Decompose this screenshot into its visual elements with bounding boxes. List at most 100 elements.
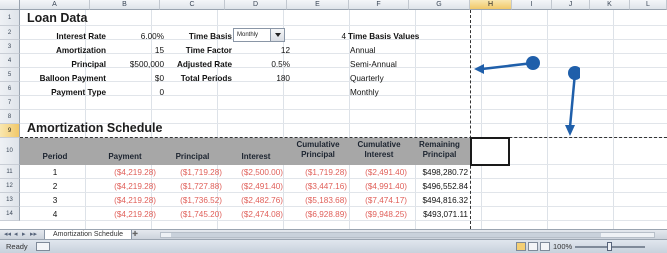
schedule-cell-principal[interactable]: ($1,719.28): [160, 166, 222, 180]
select-all-corner[interactable]: [0, 0, 20, 10]
row-header-5[interactable]: 5: [0, 68, 20, 82]
schedule-cell-cum-interest[interactable]: ($7,474.17): [349, 194, 407, 208]
page-break-preview-icon[interactable]: [540, 242, 550, 251]
total-periods-value[interactable]: 180: [232, 72, 290, 86]
balloon-payment-value[interactable]: $0: [106, 72, 164, 86]
column-header-j[interactable]: J: [552, 0, 590, 10]
row-header-2[interactable]: 2: [0, 26, 20, 40]
time-basis-label: Time Basis: [188, 32, 232, 41]
schedule-cell-period[interactable]: 1: [20, 166, 90, 180]
time-basis-values-title: Time Basis Values: [348, 32, 420, 41]
schedule-cell-principal[interactable]: ($1,736.52): [160, 194, 222, 208]
schedule-cell-period[interactable]: 2: [20, 180, 90, 194]
payment-type-label: Payment Type: [51, 88, 106, 97]
adjusted-rate-label: Adjusted Rate: [176, 60, 232, 69]
row-header-1[interactable]: 1: [0, 10, 20, 26]
column-header-i[interactable]: I: [512, 0, 552, 10]
schedule-cell-remaining[interactable]: $498,280.72: [409, 166, 468, 180]
schedule-cell-cum-interest[interactable]: ($2,491.40): [349, 166, 407, 180]
arrow-down-icon: [565, 66, 580, 136]
schedule-cell-payment[interactable]: ($4,219.28): [90, 180, 156, 194]
spreadsheet-grid[interactable]: ABCDEFGHIJKL 1 2 3 4 5 6 7 8 9 10 11 12 13 14 Loan Da…: [0, 0, 667, 229]
column-header-e[interactable]: E: [287, 0, 349, 10]
column-header-d[interactable]: D: [225, 0, 287, 10]
time-basis-count[interactable]: 4: [300, 30, 346, 44]
principal-value[interactable]: $500,000: [106, 58, 164, 72]
normal-view-icon[interactable]: [516, 242, 526, 251]
annotation-arrows: [474, 56, 580, 136]
time-factor-value[interactable]: 12: [232, 44, 290, 58]
schedule-cell-remaining[interactable]: $494,816.32: [409, 194, 468, 208]
column-header-b[interactable]: B: [90, 0, 160, 10]
schedule-cell-period[interactable]: 3: [20, 194, 90, 208]
schedule-cell-cum-principal[interactable]: ($3,447.16): [287, 180, 347, 194]
row-header-7[interactable]: 7: [0, 96, 20, 110]
adjusted-rate-value[interactable]: 0.5%: [232, 58, 290, 72]
schedule-cell-interest[interactable]: ($2,482.76): [225, 194, 283, 208]
schedule-cell-cum-interest[interactable]: ($4,991.40): [349, 180, 407, 194]
time-factor-label: Time Factor: [185, 46, 232, 55]
zoom-level[interactable]: 100%: [553, 240, 572, 253]
schedule-cell-cum-principal[interactable]: ($6,928.89): [287, 208, 347, 222]
row-header-9[interactable]: 9: [0, 124, 20, 138]
row-header-4[interactable]: 4: [0, 54, 20, 68]
header-interest: Interest: [241, 152, 271, 161]
time-basis-value-annual[interactable]: Annual: [350, 44, 376, 58]
row-header-14[interactable]: 14: [0, 207, 20, 221]
schedule-cell-interest[interactable]: ($2,491.40): [225, 180, 283, 194]
schedule-cell-payment[interactable]: ($4,219.28): [90, 194, 156, 208]
row-header-12[interactable]: 12: [0, 179, 20, 193]
row-header-3[interactable]: 3: [0, 40, 20, 54]
zoom-slider-knob[interactable]: [607, 242, 612, 251]
column-header-a[interactable]: A: [20, 0, 90, 10]
row-header-10[interactable]: 10: [0, 138, 20, 165]
macro-record-icon[interactable]: [36, 242, 50, 251]
schedule-cell-cum-principal[interactable]: ($1,719.28): [287, 166, 347, 180]
time-basis-dropdown[interactable]: Monthly: [233, 28, 285, 42]
header-cumulative-principal: Cumulative Principal: [296, 140, 340, 159]
amortization-value[interactable]: 15: [106, 44, 164, 58]
active-cell-h9[interactable]: [470, 137, 510, 166]
schedule-cell-cum-interest[interactable]: ($9,948.25): [349, 208, 407, 222]
row-header-8[interactable]: 8: [0, 110, 20, 124]
column-header-l[interactable]: L: [630, 0, 667, 10]
time-basis-selected: Monthly: [237, 32, 259, 38]
page-layout-view-icon[interactable]: [528, 242, 538, 251]
horizontal-scrollbar[interactable]: [160, 232, 655, 238]
column-header-c[interactable]: C: [160, 0, 225, 10]
row-gridline: [20, 25, 667, 26]
schedule-cell-payment[interactable]: ($4,219.28): [90, 208, 156, 222]
header-period: Period: [42, 152, 68, 161]
header-payment: Payment: [108, 152, 142, 161]
interest-rate-value[interactable]: 6.00%: [106, 30, 164, 44]
schedule-cell-period[interactable]: 4: [20, 208, 90, 222]
time-basis-value-quarterly[interactable]: Quarterly: [350, 72, 384, 86]
scrollbar-thumb[interactable]: [171, 233, 601, 237]
header-principal: Principal: [175, 152, 210, 161]
schedule-cell-cum-principal[interactable]: ($5,183.68): [287, 194, 347, 208]
loan-data-title: Loan Data: [27, 11, 88, 25]
chevron-down-icon[interactable]: [270, 29, 284, 41]
payment-type-value[interactable]: 0: [106, 86, 164, 100]
column-header-g[interactable]: G: [409, 0, 470, 10]
schedule-cell-principal[interactable]: ($1,745.20): [160, 208, 222, 222]
header-cumulative-interest: Cumulative Interest: [357, 140, 401, 159]
column-header-f[interactable]: F: [349, 0, 409, 10]
schedule-cell-interest[interactable]: ($2,474.08): [225, 208, 283, 222]
time-basis-value-semi-annual[interactable]: Semi-Annual: [350, 58, 397, 72]
schedule-cell-remaining[interactable]: $496,552.84: [409, 180, 468, 194]
status-ready: Ready: [6, 242, 28, 251]
interest-rate-label: Interest Rate: [56, 32, 106, 41]
schedule-cell-payment[interactable]: ($4,219.28): [90, 166, 156, 180]
schedule-cell-interest[interactable]: ($2,500.00): [225, 166, 283, 180]
amortization-schedule-title: Amortization Schedule: [27, 121, 163, 135]
schedule-cell-remaining[interactable]: $493,071.11: [409, 208, 468, 222]
row-header-6[interactable]: 6: [0, 82, 20, 96]
principal-label: Principal: [71, 60, 106, 69]
time-basis-value-monthly[interactable]: Monthly: [350, 86, 379, 100]
row-header-11[interactable]: 11: [0, 165, 20, 179]
column-header-h[interactable]: H: [470, 0, 512, 10]
row-header-13[interactable]: 13: [0, 193, 20, 207]
column-header-k[interactable]: K: [590, 0, 630, 10]
schedule-cell-principal[interactable]: ($1,727.88): [160, 180, 222, 194]
